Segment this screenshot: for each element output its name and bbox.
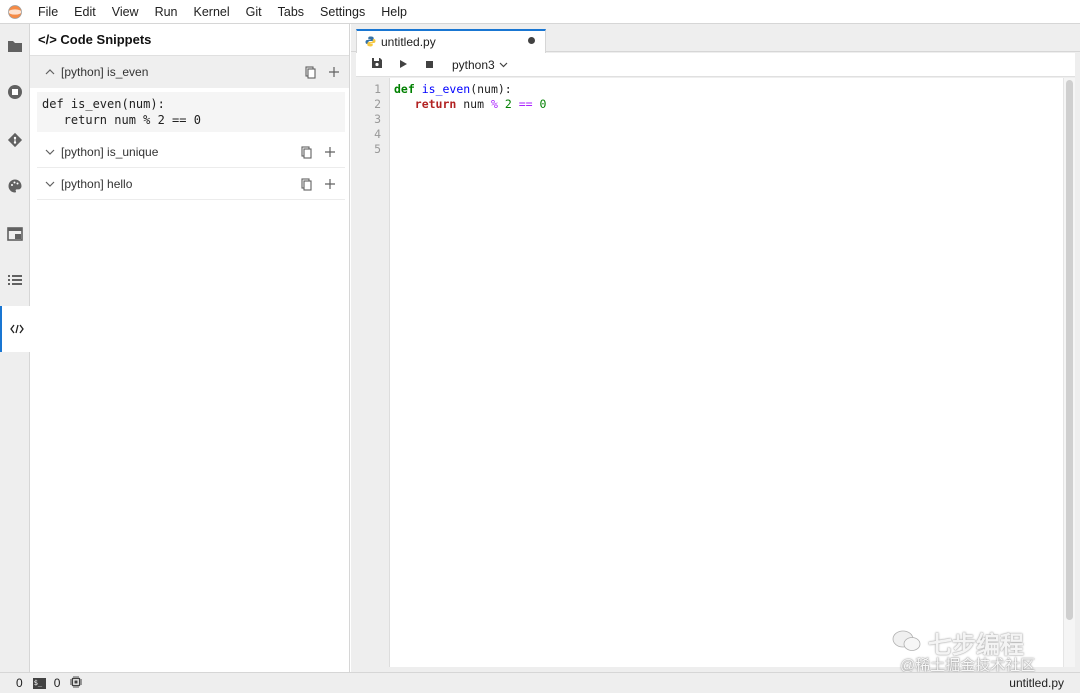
line-number-gutter: 1 2 3 4 5 xyxy=(356,78,390,667)
snippet-item[interactable]: [python] is_even xyxy=(30,56,349,88)
folder-icon xyxy=(7,39,23,56)
watermark: 七步编程 @稀土掘金技术社区 xyxy=(890,625,1070,675)
save-icon xyxy=(371,57,383,72)
insert-plus-icon[interactable] xyxy=(327,65,341,79)
chevron-down-icon[interactable] xyxy=(43,145,57,159)
line-number: 3 xyxy=(374,112,381,126)
kernel-selector[interactable]: python3 xyxy=(452,58,508,72)
line-number: 5 xyxy=(374,142,381,156)
chevron-up-icon[interactable] xyxy=(43,65,57,79)
snippet-label: [python] hello xyxy=(61,176,133,191)
rail-running[interactable] xyxy=(0,70,30,116)
kernel-name: python3 xyxy=(452,57,495,72)
copy-icon[interactable] xyxy=(303,65,317,79)
rail-table-of-contents[interactable] xyxy=(0,258,30,304)
cpu-chip-icon xyxy=(70,675,83,691)
snippet-label: [python] is_even xyxy=(61,65,149,79)
snippet-actions xyxy=(299,136,337,168)
snippet-item[interactable]: [python] is_unique xyxy=(37,136,345,168)
status-filename: untitled.py xyxy=(1009,676,1064,690)
table-of-contents-icon xyxy=(7,273,23,290)
rail-git[interactable] xyxy=(0,118,30,164)
code-content[interactable]: def is_even(num): return num % 2 == 0 xyxy=(394,82,546,157)
activity-rail xyxy=(0,24,31,672)
menu-tabs[interactable]: Tabs xyxy=(270,0,312,24)
running-stop-icon xyxy=(7,84,23,103)
rail-file-browser[interactable] xyxy=(0,24,30,70)
snippet-label: [python] is_unique xyxy=(61,144,159,159)
python-file-icon xyxy=(365,35,376,50)
snippet-actions xyxy=(299,168,337,200)
rail-open-tabs[interactable] xyxy=(0,212,30,258)
jupyter-logo-icon xyxy=(0,0,30,24)
save-button[interactable] xyxy=(364,53,390,77)
kernel-count: 0 xyxy=(53,676,61,690)
snippet-item[interactable]: [python] hello xyxy=(37,168,345,200)
snippet-code-preview: def is_even(num): return num % 2 == 0 xyxy=(37,92,345,132)
rail-property-inspector[interactable] xyxy=(0,164,30,210)
code-line-1: def is_even(num): xyxy=(394,82,512,96)
status-terminals[interactable]: 0 $_ 0 xyxy=(16,675,83,691)
vertical-scrollbar[interactable] xyxy=(1063,78,1075,667)
chevron-down-icon xyxy=(499,62,508,68)
menu-settings[interactable]: Settings xyxy=(312,0,373,24)
code-snippets-icon xyxy=(9,322,24,337)
palette-icon xyxy=(7,178,23,197)
tab-window-icon xyxy=(7,226,23,244)
menu-kernel[interactable]: Kernel xyxy=(186,0,238,24)
chevron-down-icon[interactable] xyxy=(43,177,57,191)
snippet-actions xyxy=(303,56,341,88)
status-bar: 0 $_ 0 untitled.py xyxy=(0,672,1080,693)
menu-git[interactable]: Git xyxy=(238,0,270,24)
menu-bar: File Edit View Run Kernel Git Tabs Setti… xyxy=(0,0,1080,24)
stop-icon xyxy=(425,57,434,72)
scrollbar-thumb[interactable] xyxy=(1066,80,1073,620)
code-line-2: return num % 2 == 0 xyxy=(414,97,547,111)
code-snippets-panel: </> Code Snippets [python] is_even def i… xyxy=(30,24,350,672)
line-number: 4 xyxy=(374,127,381,141)
insert-plus-icon[interactable] xyxy=(323,177,337,191)
tab-title: untitled.py xyxy=(381,35,436,49)
run-button[interactable] xyxy=(390,53,416,77)
wechat-logo-icon xyxy=(892,630,921,651)
tab-bar: untitled.py xyxy=(351,24,1080,53)
copy-icon[interactable] xyxy=(299,177,313,191)
stop-button[interactable] xyxy=(416,53,442,77)
git-icon xyxy=(7,132,23,151)
rail-code-snippets[interactable] xyxy=(0,306,31,352)
menu-run[interactable]: Run xyxy=(147,0,186,24)
play-icon xyxy=(399,57,408,72)
line-number: 2 xyxy=(374,97,381,111)
insert-plus-icon[interactable] xyxy=(323,145,337,159)
editor-toolbar: python3 xyxy=(356,53,1075,77)
unsaved-dot-icon[interactable] xyxy=(528,37,535,44)
terminal-count: 0 xyxy=(16,676,23,690)
tab-untitled-py[interactable]: untitled.py xyxy=(356,29,546,53)
main-area: untitled.py python3 1 2 3 4 5 def is_eve… xyxy=(351,24,1080,672)
menu-edit[interactable]: Edit xyxy=(66,0,104,24)
code-editor[interactable]: 1 2 3 4 5 def is_even(num): return num %… xyxy=(356,78,1075,667)
menu-view[interactable]: View xyxy=(104,0,147,24)
line-number: 1 xyxy=(374,82,381,96)
menu-help[interactable]: Help xyxy=(373,0,415,24)
panel-title: </> Code Snippets xyxy=(30,24,349,56)
menu-file[interactable]: File xyxy=(30,0,66,24)
terminal-icon: $_ xyxy=(32,677,46,689)
copy-icon[interactable] xyxy=(299,145,313,159)
